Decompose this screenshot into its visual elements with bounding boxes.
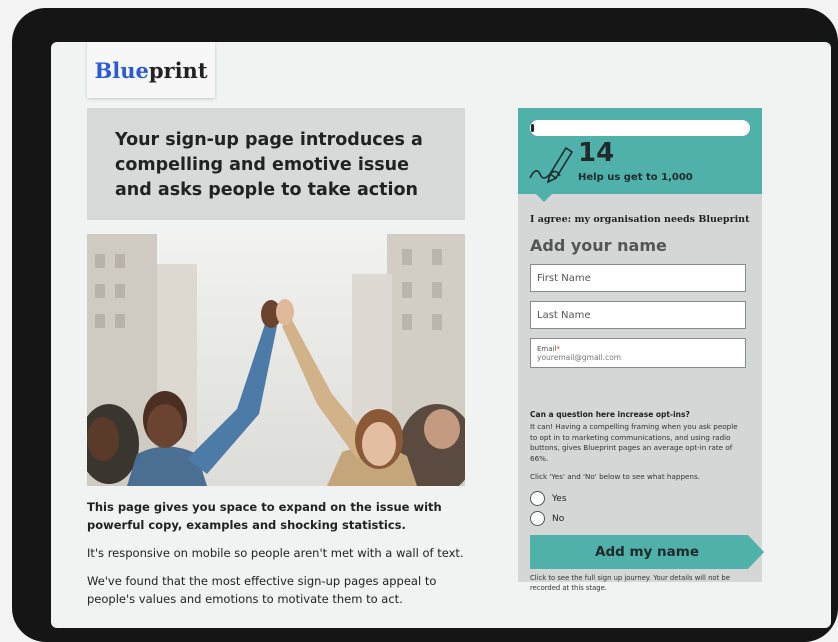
header-pointer <box>536 194 552 202</box>
logo-text: Blueprint <box>94 58 207 83</box>
email-placeholder: youremail@gmail.com <box>537 352 622 362</box>
logo-blue-part: Blue <box>94 57 149 83</box>
tablet-screen: Blueprint Your sign-up page introduces a… <box>51 42 831 628</box>
logo[interactable]: Blueprint <box>87 42 215 98</box>
optin-description: It can! Having a compelling framing when… <box>530 422 738 463</box>
radio-yes[interactable]: Yes <box>530 491 567 506</box>
form-title: Add your name <box>530 236 667 255</box>
email-label-text: Email <box>537 344 557 353</box>
body-lead: This page gives you space to expand on t… <box>87 500 442 532</box>
body-paragraph: We've found that the most effective sign… <box>87 574 437 606</box>
page-headline: Your sign-up page introduces a compellin… <box>115 130 423 200</box>
last-name-placeholder: Last Name <box>537 309 591 321</box>
optin-instruction: Click 'Yes' and 'No' below to see what h… <box>530 472 701 481</box>
last-name-field[interactable]: Last Name <box>530 301 746 329</box>
first-name-field[interactable]: First Name <box>530 264 746 292</box>
required-marker: * <box>556 344 560 353</box>
logo-dark-part: print <box>148 57 208 83</box>
first-name-placeholder: First Name <box>537 272 591 284</box>
progress-fill <box>531 124 534 132</box>
headline-box: Your sign-up page introduces a compellin… <box>87 108 465 220</box>
optin-question: Can a question here increase opt-ins? <box>530 410 690 419</box>
radio-no-label: No <box>552 513 565 524</box>
pen-signature-icon <box>529 146 574 184</box>
email-label: Email* <box>537 345 560 353</box>
tablet-frame: Blueprint Your sign-up page introduces a… <box>12 8 838 642</box>
add-my-name-label: Add my name <box>595 544 699 560</box>
signup-panel: 14 Help us get to 1,000 I agree: my orga… <box>518 108 764 592</box>
fineprint: Click to see the full sign up journey. Y… <box>530 574 730 592</box>
radio-yes-label: Yes <box>552 493 567 504</box>
progress-bar <box>530 120 750 136</box>
radio-no[interactable]: No <box>530 511 564 526</box>
radio-no-circle[interactable] <box>530 511 545 526</box>
hero-photo <box>87 234 465 486</box>
progress-header: 14 Help us get to 1,000 <box>518 108 762 194</box>
signature-goal: Help us get to 1,000 <box>578 172 693 183</box>
email-field[interactable]: Email* youremail@gmail.com <box>530 338 746 368</box>
body-paragraph: It's responsive on mobile so people aren… <box>87 546 464 560</box>
agree-statement: I agree: my organisation needs Blueprint <box>530 214 750 225</box>
add-my-name-button[interactable]: Add my name <box>530 535 764 569</box>
radio-yes-circle[interactable] <box>530 491 545 506</box>
signature-count: 14 <box>578 138 615 168</box>
body-copy: This page gives you space to expand on t… <box>87 498 469 618</box>
